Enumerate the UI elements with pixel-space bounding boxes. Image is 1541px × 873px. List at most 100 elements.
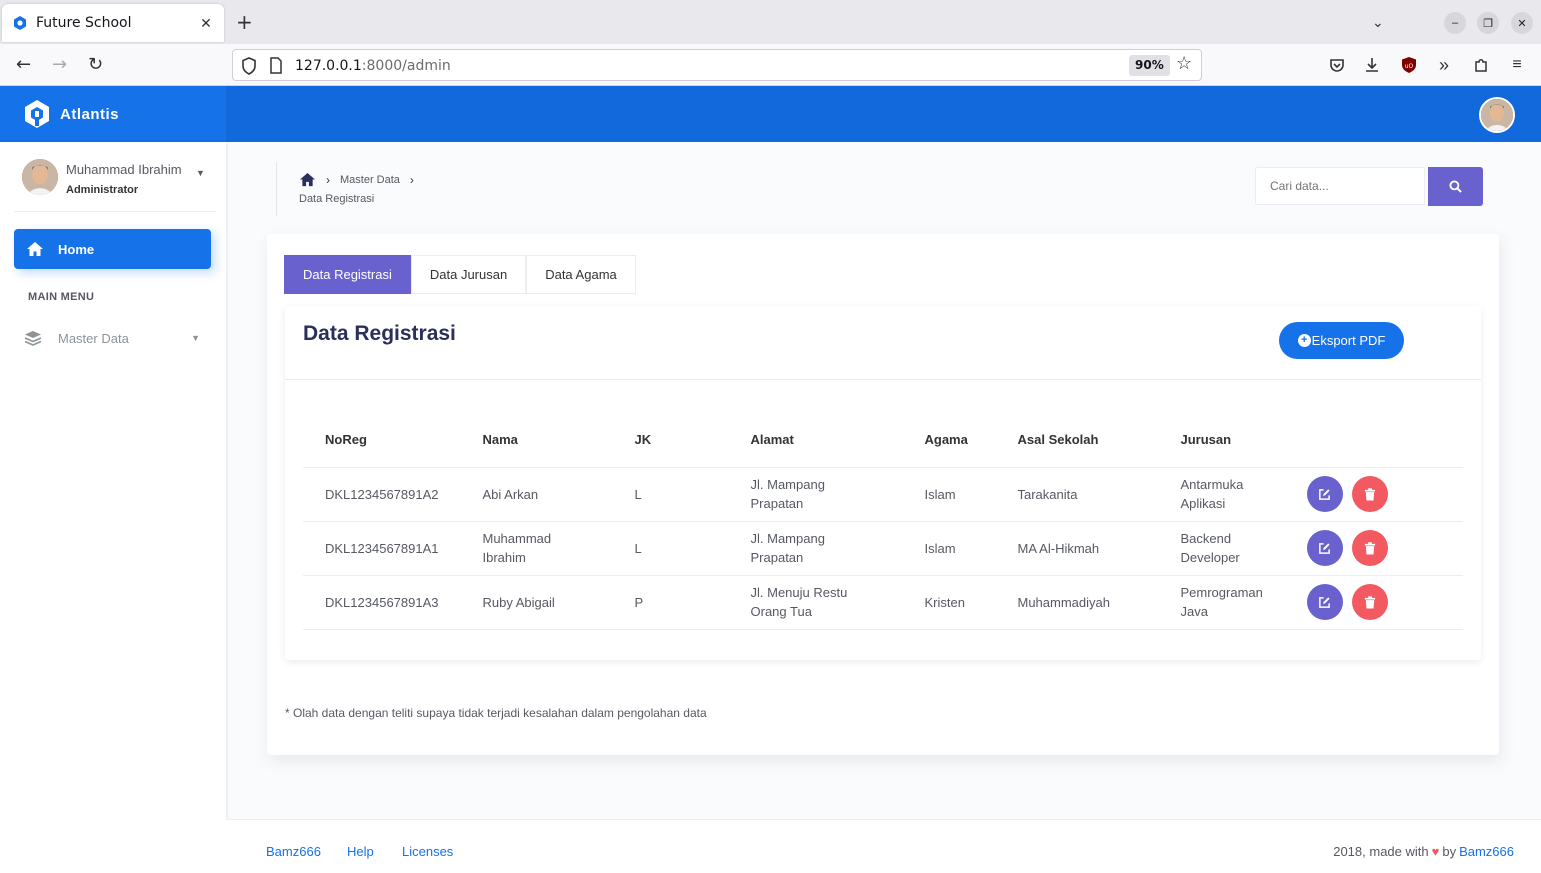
edit-icon bbox=[1319, 596, 1331, 608]
footer-link-licenses[interactable]: Licenses bbox=[402, 844, 453, 859]
layers-icon bbox=[24, 331, 42, 346]
credit-by: by bbox=[1442, 844, 1457, 859]
card-title: Data Registrasi bbox=[303, 322, 456, 345]
sidebar-item-label: Master Data bbox=[58, 330, 129, 346]
table-cell: L bbox=[612, 521, 729, 576]
pocket-icon[interactable] bbox=[1327, 55, 1347, 75]
export-pdf-label: Eksport PDF bbox=[1311, 333, 1386, 348]
sidebar-item-home[interactable]: Home bbox=[14, 229, 211, 269]
forward-icon[interactable]: → bbox=[52, 54, 67, 76]
trash-icon bbox=[1364, 541, 1375, 555]
main-content: › Master Data › Data Registrasi Data Reg… bbox=[226, 142, 1541, 873]
search-input[interactable] bbox=[1255, 167, 1425, 205]
main-card: Data Registrasi Data Jurusan Data Agama … bbox=[267, 234, 1499, 755]
sidebar: Muhammad Ibrahim Administrator ▼ Home MA… bbox=[0, 142, 226, 873]
footer-credit: 2018, made with ♥ by Bamz666 bbox=[1333, 844, 1514, 859]
breadcrumb: › Master Data › Data Registrasi bbox=[276, 162, 576, 216]
caret-down-icon[interactable]: ▼ bbox=[196, 168, 205, 178]
column-header: JK bbox=[612, 412, 729, 468]
table-cell: Jl. Mampang Prapatan bbox=[728, 467, 903, 522]
brand-name[interactable]: Atlantis bbox=[60, 106, 119, 123]
table-cell: DKL1234567891A2 bbox=[303, 467, 461, 522]
row-actions bbox=[1284, 521, 1463, 576]
table-cell: Tarakanita bbox=[995, 467, 1159, 522]
breadcrumb-item[interactable]: Master Data bbox=[340, 174, 400, 186]
footer-link-help[interactable]: Help bbox=[347, 844, 374, 859]
avatar[interactable] bbox=[1479, 97, 1515, 133]
export-pdf-button[interactable]: + Eksport PDF bbox=[1279, 322, 1404, 359]
user-profile[interactable]: Muhammad Ibrahim Administrator ▼ bbox=[14, 156, 216, 212]
home-icon[interactable] bbox=[299, 172, 316, 187]
card-header: Data Registrasi + Eksport PDF bbox=[285, 306, 1481, 380]
edit-icon bbox=[1319, 488, 1331, 500]
column-header: Nama bbox=[460, 412, 613, 468]
sidebar-item-master-data[interactable]: Master Data ▼ bbox=[24, 323, 200, 353]
table-cell: Backend Developer bbox=[1158, 521, 1285, 576]
edit-icon bbox=[1319, 542, 1331, 554]
chevron-right-icon: › bbox=[326, 172, 330, 187]
table-cell: L bbox=[612, 467, 729, 522]
new-tab-icon[interactable]: + bbox=[236, 12, 253, 32]
tab-list: Data Registrasi Data Jurusan Data Agama bbox=[284, 255, 636, 294]
delete-button[interactable] bbox=[1351, 530, 1388, 566]
app-favicon-icon bbox=[14, 16, 26, 30]
svg-text:uO: uO bbox=[1405, 63, 1414, 70]
table-header-row: NoReg Nama JK Alamat Agama Asal Sekolah … bbox=[303, 412, 1463, 468]
browser-tab-title: Future School bbox=[36, 15, 132, 31]
chevron-down-icon[interactable]: ⌄ bbox=[1372, 14, 1384, 31]
tab-data-jurusan[interactable]: Data Jurusan bbox=[410, 255, 527, 294]
restore-icon[interactable]: ❐ bbox=[1477, 12, 1499, 34]
delete-button[interactable] bbox=[1351, 584, 1388, 620]
registration-table: NoReg Nama JK Alamat Agama Asal Sekolah … bbox=[303, 412, 1463, 630]
browser-navbar: ← → ↻ 127.0.0.1:8000/admin 90% ☆ uO » ≡ bbox=[0, 44, 1541, 86]
table-container: NoReg Nama JK Alamat Agama Asal Sekolah … bbox=[303, 412, 1463, 630]
home-icon bbox=[27, 242, 43, 256]
tab-data-agama[interactable]: Data Agama bbox=[526, 255, 636, 294]
bookmark-star-icon[interactable]: ☆ bbox=[1176, 53, 1192, 74]
extensions-icon[interactable] bbox=[1471, 55, 1491, 75]
edit-button[interactable] bbox=[1306, 476, 1343, 512]
sidebar-item-label: Home bbox=[58, 241, 95, 257]
table-cell: Ruby Abigail bbox=[460, 575, 613, 630]
back-icon[interactable]: ← bbox=[16, 54, 31, 76]
author-link[interactable]: Bamz666 bbox=[1459, 844, 1514, 859]
minimize-icon[interactable]: – bbox=[1444, 12, 1466, 34]
column-header: Agama bbox=[902, 412, 996, 468]
delete-button[interactable] bbox=[1351, 476, 1388, 512]
footnote: * Olah data dengan teliti supaya tidak t… bbox=[285, 706, 707, 720]
more-tools-icon[interactable]: » bbox=[1434, 55, 1454, 75]
trash-icon bbox=[1364, 595, 1375, 609]
column-header: Jurusan bbox=[1158, 412, 1285, 468]
search-button[interactable] bbox=[1428, 167, 1483, 206]
atlantis-logo-icon[interactable] bbox=[24, 99, 50, 129]
table-cell: Islam bbox=[902, 521, 996, 576]
breadcrumb-current: Data Registrasi bbox=[299, 193, 375, 205]
table-row: DKL1234567891A1 Muhammad Ibrahim L Jl. M… bbox=[303, 521, 1463, 576]
row-actions bbox=[1284, 467, 1463, 522]
search-icon bbox=[1449, 180, 1462, 193]
table-cell: Abi Arkan bbox=[460, 467, 613, 522]
logo-header: Atlantis bbox=[0, 86, 226, 142]
tab-data-registrasi[interactable]: Data Registrasi bbox=[284, 255, 411, 294]
table-cell: Kristen bbox=[902, 575, 996, 630]
ublock-icon[interactable]: uO bbox=[1399, 55, 1419, 75]
close-tab-icon[interactable]: ✕ bbox=[198, 15, 214, 32]
download-icon[interactable] bbox=[1362, 55, 1382, 75]
column-header: Asal Sekolah bbox=[995, 412, 1159, 468]
hamburger-menu-icon[interactable]: ≡ bbox=[1507, 55, 1527, 75]
window-close-icon[interactable]: ✕ bbox=[1511, 12, 1533, 34]
edit-button[interactable] bbox=[1306, 584, 1343, 620]
table-cell: DKL1234567891A1 bbox=[303, 521, 461, 576]
table-cell: DKL1234567891A3 bbox=[303, 575, 461, 630]
edit-button[interactable] bbox=[1306, 530, 1343, 566]
table-cell: P bbox=[612, 575, 729, 630]
reload-icon[interactable]: ↻ bbox=[88, 54, 103, 76]
caret-down-icon: ▼ bbox=[191, 333, 200, 343]
browser-tab[interactable]: Future School ✕ bbox=[2, 4, 224, 42]
table-row: DKL1234567891A2 Abi Arkan L Jl. Mampang … bbox=[303, 467, 1463, 522]
url-bar[interactable]: 127.0.0.1:8000/admin 90% ☆ bbox=[232, 49, 1202, 81]
zoom-level[interactable]: 90% bbox=[1129, 55, 1170, 76]
user-avatar bbox=[22, 159, 58, 195]
footer-link[interactable]: Bamz666 bbox=[266, 844, 321, 859]
user-name: Muhammad Ibrahim bbox=[66, 162, 182, 177]
